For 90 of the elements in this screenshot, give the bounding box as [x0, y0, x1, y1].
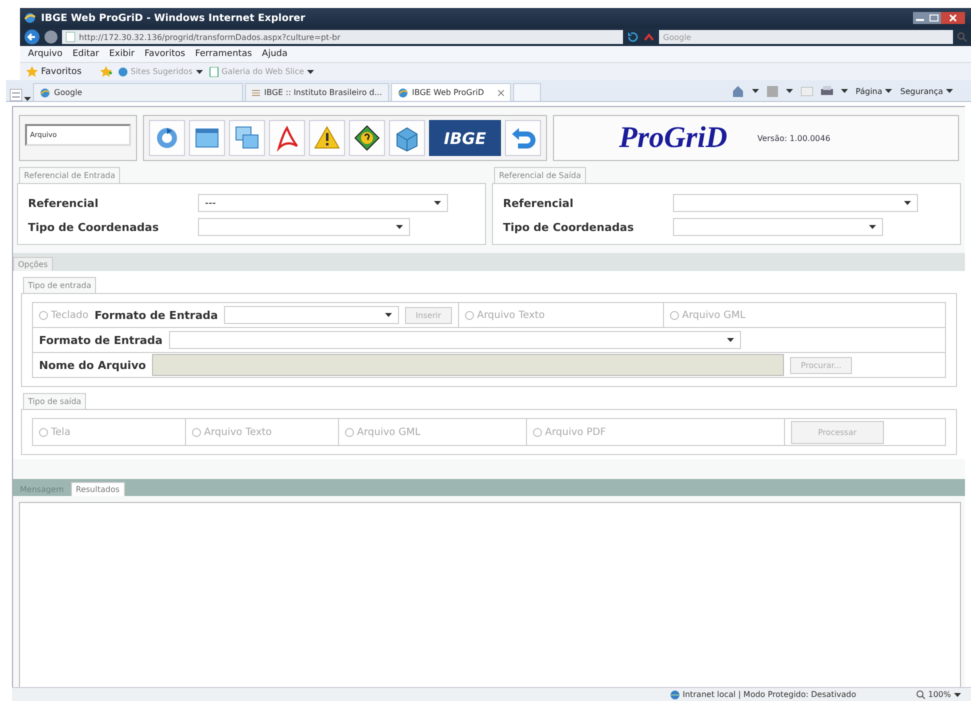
zoom-control[interactable]: 100%	[916, 690, 961, 699]
help-icon[interactable]	[349, 120, 385, 156]
menu-item[interactable]: Exibir	[109, 49, 135, 59]
dropdown-icon	[384, 313, 392, 317]
caret-icon	[946, 89, 953, 93]
dropdown-field[interactable]	[168, 331, 740, 349]
globe-icon	[670, 690, 680, 700]
menu-item[interactable]: Editar	[72, 49, 100, 59]
caret-icon	[24, 97, 31, 101]
undo-icon[interactable]	[505, 120, 541, 156]
quick-tabs-icon[interactable]	[10, 89, 22, 101]
dropdown-field[interactable]	[673, 194, 918, 212]
grid-icon	[252, 88, 260, 98]
search-field[interactable]: Google	[659, 30, 953, 44]
print-icon[interactable]	[820, 86, 833, 96]
action-button: Processar	[791, 420, 884, 444]
action-button: Procurar...	[790, 356, 852, 374]
box-icon[interactable]	[389, 120, 425, 156]
favorites-button[interactable]: Favoritos	[26, 66, 82, 77]
menu-item[interactable]: Ajuda	[262, 49, 288, 59]
address-field[interactable]: http://172.30.32.136/progrid/transformDados.aspx?culture=pt-br	[62, 30, 623, 44]
stop-icon[interactable]	[643, 31, 655, 43]
field-label: Tipo de Coordenadas	[503, 220, 635, 234]
forward-icon[interactable]	[44, 30, 58, 44]
radio-option: Teclado	[39, 310, 88, 320]
browser-icon	[40, 88, 50, 98]
magnifier-icon	[916, 690, 926, 699]
window-title: IBGE Web ProGriD - Windows Internet Explorer	[41, 12, 306, 24]
dropdown-icon	[396, 225, 403, 229]
radio-option: Arquivo Texto	[192, 426, 272, 438]
command-menu[interactable]: Segurança	[900, 86, 953, 96]
caret-icon	[786, 89, 793, 93]
logo-text: IBGE	[444, 128, 486, 148]
dropdown-icon	[434, 201, 441, 205]
dropdown-field[interactable]	[198, 218, 410, 236]
page-icon	[208, 66, 218, 76]
radio-option: Arquivo PDF	[533, 426, 606, 438]
browser-tab[interactable]: IBGE :: Instituto Brasileiro d...	[245, 83, 389, 101]
close-icon[interactable]	[498, 90, 504, 96]
radio-option: Tela	[39, 426, 70, 438]
dropdown-icon	[904, 201, 911, 205]
field-label: Tipo de Coordenadas	[28, 220, 160, 234]
back-icon[interactable]	[24, 29, 40, 45]
caret-icon	[752, 89, 759, 93]
radio-option: Arquivo GML	[670, 310, 746, 320]
app-title: ProGriD	[619, 121, 728, 155]
close-icon[interactable]	[941, 12, 965, 24]
caret-icon	[954, 692, 961, 696]
caret-icon	[307, 70, 314, 74]
page-icon	[66, 32, 75, 42]
add-favorite-icon[interactable]	[100, 66, 112, 77]
maximize-icon[interactable]	[927, 12, 941, 24]
browser-icon	[24, 12, 36, 24]
globe-icon	[118, 66, 128, 76]
home-icon[interactable]	[732, 85, 744, 97]
window-icon[interactable]	[189, 120, 225, 156]
field-label: Formato de Entrada	[39, 334, 162, 346]
windows-icon[interactable]	[229, 120, 265, 156]
caret-icon	[885, 89, 892, 93]
refresh-icon[interactable]	[627, 31, 639, 43]
menu-item[interactable]: Favoritos	[144, 49, 186, 59]
action-button: Inserir	[404, 306, 452, 324]
dropdown-icon	[726, 338, 734, 342]
address-text: http://172.30.32.136/progrid/transformDados.aspx?culture=pt-br	[79, 32, 340, 42]
dropdown-icon	[869, 225, 876, 229]
field-label: Nome do Arquivo	[39, 358, 146, 372]
dropdown-field[interactable]	[673, 218, 883, 236]
caret-icon	[196, 70, 202, 74]
zone-text: Intranet local | Modo Protegido: Desativado	[682, 690, 856, 699]
caret-icon	[840, 89, 848, 93]
star-icon	[26, 66, 38, 77]
field-label: Referencial	[503, 196, 574, 210]
dropdown-field[interactable]: ---	[198, 194, 448, 212]
field-label: Referencial	[28, 196, 100, 210]
radio-option: Arquivo GML	[345, 426, 420, 438]
message-tab[interactable]: Resultados	[70, 482, 125, 496]
curve-symbol-icon[interactable]	[269, 120, 305, 156]
menu-item[interactable]: Arquivo	[28, 49, 62, 59]
dropdown-field[interactable]	[224, 306, 399, 324]
browser-tab[interactable]: IBGE Web ProGriD	[391, 83, 511, 101]
menu-item[interactable]: Ferramentas	[195, 49, 252, 59]
minimize-icon[interactable]	[913, 12, 927, 24]
command-menu[interactable]: Página	[856, 86, 892, 96]
field-label: Formato de Entrada	[94, 308, 218, 322]
radio-option: Arquivo Texto	[465, 310, 545, 320]
version-label: Versão: 1.00.0046	[757, 134, 830, 142]
search-icon[interactable]	[957, 32, 967, 42]
browser-tab[interactable]: Google	[33, 83, 243, 101]
browser-icon	[398, 88, 408, 98]
warning-icon[interactable]	[309, 120, 345, 156]
